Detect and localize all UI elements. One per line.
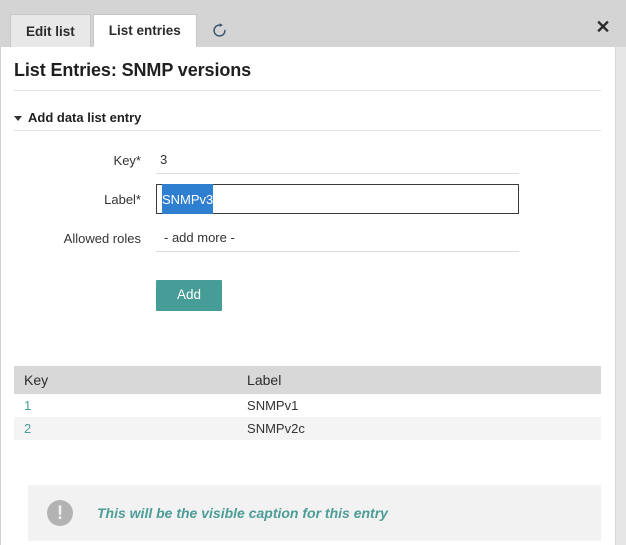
column-header-key[interactable]: Key <box>14 366 237 394</box>
entry-key-link[interactable]: 1 <box>24 398 31 413</box>
cell-label: SNMPv1 <box>237 394 601 417</box>
tab-strip: Edit list List entries <box>10 14 237 47</box>
entries-table: Key Label 1 SNMPv1 2 <box>14 366 601 440</box>
table-row[interactable]: 1 SNMPv1 <box>14 394 601 417</box>
cell-key: 2 <box>14 417 237 440</box>
refresh-icon <box>212 23 227 38</box>
form-actions: Add <box>1 280 614 311</box>
exclamation-circle-icon: ! <box>47 500 73 526</box>
form-row-allowed-roles: Allowed roles - add more - <box>1 223 614 253</box>
info-tooltip-text: This will be the visible caption for thi… <box>97 505 388 521</box>
add-more-link[interactable]: - add more - <box>160 230 235 245</box>
add-button[interactable]: Add <box>156 280 222 311</box>
close-button[interactable]: ✕ <box>592 16 614 38</box>
allowed-roles-control: - add more - <box>156 224 519 252</box>
tab-list-entries[interactable]: List entries <box>93 14 197 47</box>
key-input[interactable] <box>156 146 519 174</box>
allowed-roles-label: Allowed roles <box>1 231 156 246</box>
label-input-wrapper: SNMPv3 <box>156 184 519 214</box>
add-entry-form: Key* Label* SNMPv3 <box>1 131 614 311</box>
exclamation-glyph: ! <box>57 504 63 523</box>
entries-table-body: 1 SNMPv1 2 SNMPv2c <box>14 394 601 440</box>
list-entries-dialog: Edit list List entries ✕ List Entries: S… <box>0 0 626 545</box>
table-header-row: Key Label <box>14 366 601 394</box>
cell-key: 1 <box>14 394 237 417</box>
table-row[interactable]: 2 SNMPv2c <box>14 417 601 440</box>
content-inner: List Entries: SNMP versions Add data lis… <box>1 47 614 545</box>
dialog-content: List Entries: SNMP versions Add data lis… <box>0 47 626 545</box>
add-entry-section-title: Add data list entry <box>28 110 141 125</box>
close-icon: ✕ <box>595 18 610 36</box>
refresh-button[interactable] <box>203 14 237 47</box>
entries-table-wrapper: Key Label 1 SNMPv1 2 <box>14 311 601 440</box>
label-field-label: Label* <box>1 192 156 207</box>
key-field-label: Key* <box>1 153 156 168</box>
form-row-key: Key* <box>1 145 614 175</box>
tab-edit-list[interactable]: Edit list <box>10 14 91 47</box>
column-header-label[interactable]: Label <box>237 366 601 394</box>
form-row-label: Label* SNMPv3 <box>1 184 614 214</box>
info-tooltip-box: ! This will be the visible caption for t… <box>28 485 601 541</box>
entry-key-link[interactable]: 2 <box>24 421 31 436</box>
key-field-control <box>156 146 519 174</box>
vertical-scrollbar[interactable] <box>615 47 626 545</box>
chevron-down-icon <box>14 116 22 121</box>
entries-table-head: Key Label <box>14 366 601 394</box>
dialog-titlebar: Edit list List entries ✕ <box>0 0 626 47</box>
allowed-roles-field[interactable]: - add more - <box>156 224 519 252</box>
label-input[interactable] <box>156 184 519 214</box>
tab-list-entries-label: List entries <box>109 14 181 47</box>
page-title: List Entries: SNMP versions <box>1 47 614 90</box>
add-entry-section-header[interactable]: Add data list entry <box>1 91 614 130</box>
label-field-control: SNMPv3 <box>156 184 519 214</box>
tab-edit-list-label: Edit list <box>26 15 75 48</box>
cell-label: SNMPv2c <box>237 417 601 440</box>
